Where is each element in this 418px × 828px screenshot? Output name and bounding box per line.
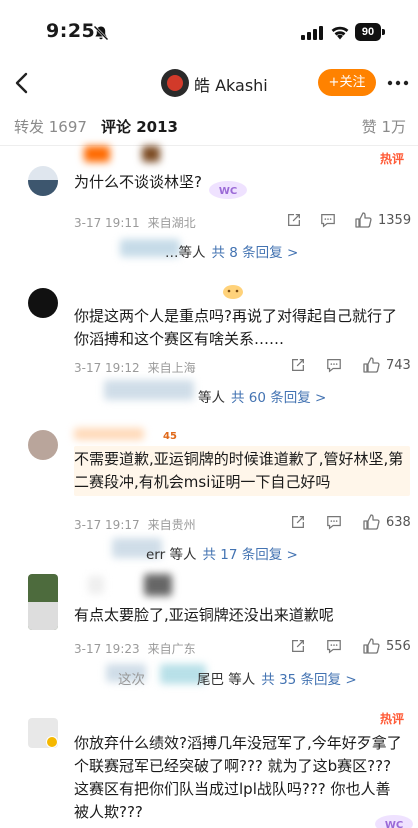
hot-comment-badge: 热评 <box>379 152 404 166</box>
comment-meta: 3-17 19:23 来自广东 <box>74 640 204 657</box>
comment-meta: 3-17 19:11 来自湖北 <box>74 214 204 231</box>
like-icon[interactable] <box>362 637 380 655</box>
comment-text: 你提这两个人是重点吗?再说了对得起自己就行了 你滔搏和这个赛区有啥关系…… <box>74 307 397 348</box>
commenter-avatar[interactable] <box>28 288 58 318</box>
follow-button[interactable]: +关注 <box>318 69 376 96</box>
comment-location: 来自湖北 <box>147 216 196 230</box>
sticker-icon: WC <box>375 815 413 828</box>
sticker-icon: 45 <box>163 431 177 442</box>
tab-like[interactable]: 赞 1万 <box>362 116 406 137</box>
like-count: 743 <box>386 358 411 373</box>
status-bar: 9:25 90 <box>0 0 418 62</box>
like-icon[interactable] <box>362 356 380 374</box>
commenter-avatar[interactable] <box>28 430 58 460</box>
comment-location: 来自贵州 <box>147 518 196 532</box>
share-icon[interactable] <box>290 638 306 654</box>
view-replies-link[interactable]: 共 8 条回复 > <box>212 245 299 261</box>
svg-text:WC: WC <box>385 820 403 828</box>
comment-location: 来自广东 <box>147 642 196 656</box>
share-icon[interactable] <box>290 514 306 530</box>
tab-bar: 转发 1697 评论 2013 赞 1万 <box>0 104 418 146</box>
battery-icon: 90 <box>355 23 385 41</box>
comment-location: 来自上海 <box>147 361 196 375</box>
like-count: 1359 <box>378 213 412 228</box>
comment-text: 你放弃什么绩效?滔搏几年没冠军了,今年好歹拿了个联赛冠军已经突破了啊??? 就为… <box>74 734 402 821</box>
reply-summary-text[interactable]: 这次 尾巴 等人共 35 条回复 > <box>118 668 357 688</box>
reply-icon[interactable] <box>326 514 342 530</box>
svg-text:45: 45 <box>163 431 177 442</box>
wifi-icon <box>331 26 349 40</box>
view-replies-link[interactable]: 共 17 条回复 > <box>202 547 297 563</box>
reply-summary-text[interactable]: …等人共 8 条回复 > <box>165 241 298 261</box>
reply-icon[interactable] <box>326 638 342 654</box>
comment-text: 有点太要脸了,亚运铜牌还没出来道歉呢 <box>74 606 334 624</box>
reply-icon[interactable] <box>326 357 342 373</box>
comment-item: 你提这两个人是重点吗?再说了对得起自己就行了 你滔搏和这个赛区有啥关系…… 3-… <box>0 280 418 410</box>
battery-level: 90 <box>355 23 381 41</box>
author-name[interactable]: 皓 Akashi <box>194 72 268 96</box>
comment-item: 有点太要脸了,亚运铜牌还没出来道歉呢 3-17 19:23 来自广东 556 这次… <box>0 572 418 698</box>
share-icon[interactable] <box>286 212 302 228</box>
view-replies-link[interactable]: 共 60 条回复 > <box>231 390 326 406</box>
like-count: 638 <box>386 515 411 530</box>
reply-prefix: 这次 <box>118 672 145 688</box>
status-time: 9:25 <box>46 20 96 42</box>
more-options-icon[interactable] <box>384 70 412 96</box>
commenter-avatar[interactable] <box>28 574 58 630</box>
commenter-avatar[interactable] <box>28 166 58 196</box>
reply-summary-text[interactable]: 等人共 60 条回复 > <box>198 386 326 406</box>
reply-summary-text[interactable]: err 等人共 17 条回复 > <box>146 543 298 563</box>
hot-comment-badge: 热评 <box>379 712 404 726</box>
commenter-avatar[interactable] <box>28 718 58 748</box>
view-replies-link[interactable]: 共 35 条回复 > <box>261 672 356 688</box>
username-blurred <box>84 146 110 162</box>
comment-item: 热评 你放弃什么绩效?滔搏几年没冠军了,今年好歹拿了个联赛冠军已经突破了啊???… <box>0 708 418 828</box>
like-count: 556 <box>386 639 411 654</box>
sticker-icon <box>223 285 243 299</box>
bell-off-icon <box>93 25 109 41</box>
comment-item: 45 不需要道歉,亚运铜牌的时候谁道歉了,管好林坚,第二赛段冲,有机会msi证明… <box>0 422 418 563</box>
tab-comment[interactable]: 评论 2013 <box>101 116 178 137</box>
comment-text: 不需要道歉,亚运铜牌的时候谁道歉了,管好林坚,第二赛段冲,有机会msi证明一下自… <box>74 450 404 491</box>
comment-meta: 3-17 19:12 来自上海 <box>74 359 204 376</box>
comment-date: 3-17 19:23 <box>74 642 140 656</box>
back-icon[interactable] <box>8 67 36 99</box>
author-avatar[interactable] <box>161 69 189 97</box>
comment-date: 3-17 19:11 <box>74 216 140 230</box>
share-icon[interactable] <box>290 357 306 373</box>
comment-item: 热评 为什么不谈谈林坚? WC 3-17 19:11 来自湖北 1359 …等人共… <box>0 146 418 270</box>
cellular-signal-icon <box>301 26 323 40</box>
like-icon[interactable] <box>354 211 372 229</box>
comment-meta: 3-17 19:17 来自贵州 <box>74 516 204 533</box>
sticker-icon: WC <box>209 181 247 199</box>
nav-bar: 皓 Akashi +关注 <box>0 62 418 104</box>
svg-text:WC: WC <box>219 186 237 197</box>
comment-date: 3-17 19:12 <box>74 361 140 375</box>
tab-repost[interactable]: 转发 1697 <box>14 116 87 137</box>
comment-date: 3-17 19:17 <box>74 518 140 532</box>
like-icon[interactable] <box>362 513 380 531</box>
reply-icon[interactable] <box>320 212 336 228</box>
